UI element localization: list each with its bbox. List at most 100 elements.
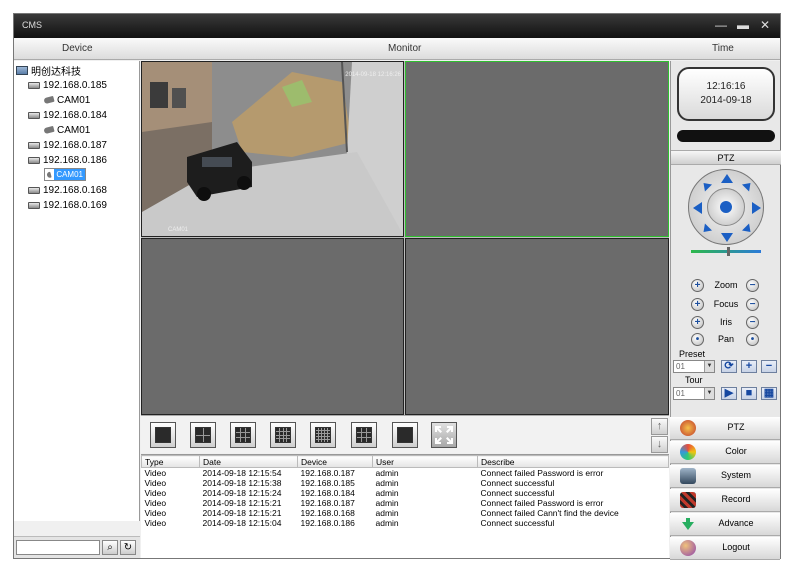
- pan-start-button[interactable]: •: [691, 333, 704, 346]
- ptz-direction-pad[interactable]: [688, 169, 764, 245]
- menu-record[interactable]: Record: [670, 489, 780, 512]
- tour-select[interactable]: 01 ▼: [673, 387, 715, 400]
- arrow-left-icon[interactable]: [693, 202, 702, 214]
- log-cell-type: Video: [144, 498, 167, 508]
- menu-system[interactable]: System: [670, 465, 780, 488]
- menu-logout[interactable]: Logout: [670, 537, 780, 560]
- dvr-icon: [28, 201, 40, 209]
- maximize-button[interactable]: ▬: [736, 19, 750, 32]
- scroll-up-button[interactable]: ↑: [651, 418, 668, 435]
- tree-device[interactable]: 192.168.0.186: [28, 153, 107, 167]
- arrow-right-icon[interactable]: [752, 202, 761, 214]
- tree-device[interactable]: 192.168.0.185: [28, 78, 107, 92]
- zoom-label: Zoom: [714, 280, 738, 290]
- log-cell-user: admin: [375, 518, 399, 528]
- video-pane-2[interactable]: [405, 61, 669, 237]
- iris-plus-button[interactable]: +: [691, 316, 704, 329]
- focus-plus-button[interactable]: +: [691, 298, 704, 311]
- tree-camera-selected[interactable]: CAM01: [44, 168, 86, 181]
- log-cell-device: 192.168.0.185: [300, 478, 355, 488]
- arrow-up-left-icon[interactable]: [699, 179, 713, 192]
- zoom-in-button[interactable]: +: [691, 279, 704, 292]
- fullscreen-icon: [435, 426, 453, 444]
- system-icon: [680, 468, 696, 484]
- ptz-center-button[interactable]: [720, 201, 732, 213]
- layout-49-button[interactable]: [392, 422, 418, 448]
- color-icon: [680, 444, 696, 460]
- layout-toolbar: ↑ ↓: [141, 415, 669, 453]
- arrow-down-left-icon[interactable]: [699, 223, 713, 236]
- tour-play-button[interactable]: ▶: [721, 387, 737, 400]
- minimize-button[interactable]: —: [714, 19, 728, 32]
- iris-minus-button[interactable]: −: [746, 316, 759, 329]
- log-row[interactable]: Video 2014-09-18 12:15:04 192.168.0.186 …: [142, 518, 669, 528]
- focus-minus-button[interactable]: −: [746, 298, 759, 311]
- video-timestamp-osd: 2014-09-18 12:16:26: [345, 72, 401, 78]
- video-pane-4[interactable]: [405, 238, 669, 415]
- video-pane-3[interactable]: [141, 238, 404, 415]
- log-cell-type: Video: [144, 508, 167, 518]
- close-button[interactable]: ✕: [758, 19, 772, 32]
- tree-root[interactable]: 明创达科技: [16, 63, 81, 78]
- log-header-date[interactable]: Date: [199, 455, 298, 468]
- scroll-down-button[interactable]: ↓: [651, 436, 668, 453]
- layout-16-button[interactable]: [270, 422, 296, 448]
- pan-stop-button[interactable]: •: [746, 333, 759, 346]
- advance-icon: [680, 516, 696, 532]
- tree-device[interactable]: 192.168.0.168: [28, 183, 107, 197]
- tour-grid-button[interactable]: ▦: [761, 387, 777, 400]
- ptz-section-title: PTZ: [671, 150, 781, 165]
- layout-4-button[interactable]: [190, 422, 216, 448]
- menu-label: Logout: [722, 542, 750, 552]
- log-row[interactable]: Video 2014-09-18 12:15:38 192.168.0.185 …: [142, 478, 669, 488]
- tour-value: 01: [676, 389, 685, 398]
- preset-add-button[interactable]: +: [741, 360, 757, 373]
- log-cell-type: Video: [144, 518, 167, 528]
- dvr-icon: [28, 111, 40, 119]
- tour-stop-button[interactable]: ■: [741, 387, 757, 400]
- log-row[interactable]: Video 2014-09-18 12:15:21 192.168.0.168 …: [142, 508, 669, 518]
- menu-ptz[interactable]: PTZ: [670, 417, 780, 440]
- layout-25-button[interactable]: [310, 422, 336, 448]
- tree-device[interactable]: 192.168.0.187: [28, 138, 107, 152]
- log-row[interactable]: Video 2014-09-18 12:15:24 192.168.0.184 …: [142, 488, 669, 498]
- tree-device[interactable]: 192.168.0.169: [28, 198, 107, 212]
- preset-remove-button[interactable]: −: [761, 360, 777, 373]
- zoom-out-button[interactable]: −: [746, 279, 759, 292]
- layout-36-button[interactable]: [351, 422, 377, 448]
- log-cell-date: 2014-09-18 12:15:54: [202, 468, 282, 478]
- menu-advance[interactable]: Advance: [670, 513, 780, 536]
- log-header-user[interactable]: User: [372, 455, 478, 468]
- video-pane-1[interactable]: 2014-09-18 12:16:26 CAM01: [141, 61, 404, 237]
- arrow-down-right-icon[interactable]: [741, 223, 755, 236]
- log-header-describe[interactable]: Describe: [477, 455, 669, 468]
- arrow-up-right-icon[interactable]: [741, 179, 755, 192]
- slider-handle[interactable]: [727, 247, 730, 256]
- refresh-icon[interactable]: ↻: [120, 540, 136, 555]
- fullscreen-button[interactable]: [431, 422, 457, 448]
- magnifier-icon[interactable]: ⌕: [102, 540, 118, 555]
- tree-camera[interactable]: CAM01: [43, 123, 90, 137]
- log-row[interactable]: Video 2014-09-18 12:15:21 192.168.0.187 …: [142, 498, 669, 508]
- log-cell-date: 2014-09-18 12:15:38: [202, 478, 282, 488]
- preset-call-button[interactable]: ⟳: [721, 360, 737, 373]
- menu-color[interactable]: Color: [670, 441, 780, 464]
- log-cell-user: admin: [375, 488, 399, 498]
- camera-feed: 2014-09-18 12:16:26 CAM01: [142, 62, 403, 236]
- log-header-device[interactable]: Device: [297, 455, 373, 468]
- tree-camera[interactable]: CAM01: [43, 93, 90, 107]
- layout-1-button[interactable]: [150, 422, 176, 448]
- log-header-type[interactable]: Type: [141, 455, 200, 468]
- ptz-speed-slider[interactable]: [691, 247, 761, 256]
- layout-16-icon: [275, 427, 291, 443]
- tree-device[interactable]: 192.168.0.184: [28, 108, 107, 122]
- arrow-up-icon[interactable]: [721, 174, 733, 183]
- arrow-down-icon[interactable]: [721, 233, 733, 242]
- preset-select[interactable]: 01 ▼: [673, 360, 715, 373]
- dvr-icon: [28, 186, 40, 194]
- layout-9-button[interactable]: [230, 422, 256, 448]
- log-row[interactable]: Video 2014-09-18 12:15:54 192.168.0.187 …: [142, 468, 669, 479]
- layout-1-icon: [155, 427, 171, 443]
- device-search-input[interactable]: [16, 540, 100, 555]
- ptz-icon: [680, 420, 696, 436]
